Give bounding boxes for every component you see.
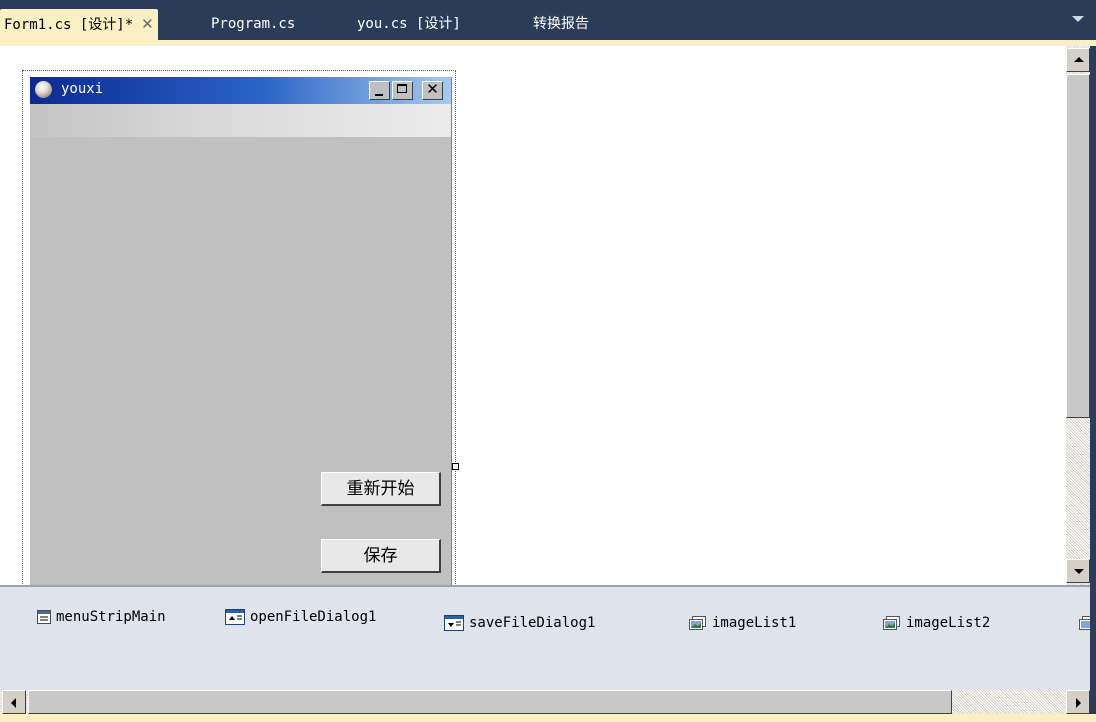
image-list-icon [1079,616,1090,630]
tab-form1-design[interactable]: Form1.cs [设计]* ✕ [0,9,158,40]
save-button[interactable]: 保存 [321,539,441,573]
horizontal-scrollbar[interactable] [0,690,1090,714]
tab-label: you.cs [设计] [357,16,461,32]
tab-overflow-dropdown-icon[interactable] [1072,16,1084,22]
vertical-scroll-thumb[interactable] [1066,74,1090,418]
vertical-scrollbar[interactable] [1066,46,1090,585]
image-list-icon [883,616,900,630]
open-file-dialog-icon [225,609,245,625]
tab-label: Program.cs [211,16,296,32]
tray-item-label: menuStripMain [56,609,166,625]
close-tab-icon[interactable]: ✕ [141,15,154,33]
form-title: youxi [61,81,104,97]
image-list-icon [689,616,706,630]
tray-item-partial[interactable] [1076,613,1090,633]
scroll-down-button[interactable] [1066,559,1090,583]
bottom-border [0,714,1096,722]
arrow-down-icon [1074,569,1084,574]
tab-program-cs[interactable]: Program.cs [211,9,295,40]
document-tab-strip: Form1.cs [设计]* ✕ Program.cs you.cs [设计] 转… [0,0,1096,42]
tray-item-label: saveFileDialog1 [469,615,596,631]
restart-button[interactable]: 重新开始 [321,472,441,506]
arrow-up-icon [1074,57,1084,62]
tray-item-savefiledialog1[interactable]: saveFileDialog1 [443,613,595,633]
arrow-right-icon [1076,698,1081,708]
tab-conversion-report[interactable]: 转换报告 [533,9,589,40]
tray-item-label: openFileDialog1 [250,609,377,625]
close-icon: ✕ [426,80,439,98]
menu-strip[interactable] [30,104,451,137]
component-tray: menuStripMain openFileDialog1 saveFileDi… [0,585,1090,690]
scroll-right-button[interactable] [1066,690,1090,714]
tray-item-menustripmain[interactable]: menuStripMain [36,607,166,627]
tray-item-label: imageList2 [906,615,991,631]
save-file-dialog-icon [444,615,464,631]
tray-item-imagelist2[interactable]: imageList2 [880,613,990,633]
tab-label: 转换报告 [533,16,589,32]
minimize-icon[interactable] [369,81,390,100]
form-resize-grip[interactable] [452,463,459,470]
app-orb-icon [35,81,52,98]
window-edge [1090,46,1096,722]
arrow-left-icon [11,698,16,708]
form-titlebar[interactable]: youxi ✕ [30,77,451,104]
horizontal-scroll-thumb[interactable] [28,690,952,714]
designer-surface[interactable]: youxi ✕ 重新开始 保存 载入 [0,46,1066,585]
close-window-button[interactable]: ✕ [422,80,443,100]
tab-label: Form1.cs [设计]* [4,17,134,33]
tray-item-imagelist1[interactable]: imageList1 [686,613,796,633]
tray-item-openfiledialog1[interactable]: openFileDialog1 [224,607,376,627]
tab-you-design[interactable]: you.cs [设计] [357,9,461,40]
scroll-left-button[interactable] [2,690,26,714]
menustrip-icon [37,610,51,624]
scroll-up-button[interactable] [1066,48,1090,72]
form-window[interactable]: youxi ✕ 重新开始 保存 载入 [29,77,452,585]
maximize-icon[interactable] [392,81,413,100]
tray-item-label: imageList1 [712,615,797,631]
